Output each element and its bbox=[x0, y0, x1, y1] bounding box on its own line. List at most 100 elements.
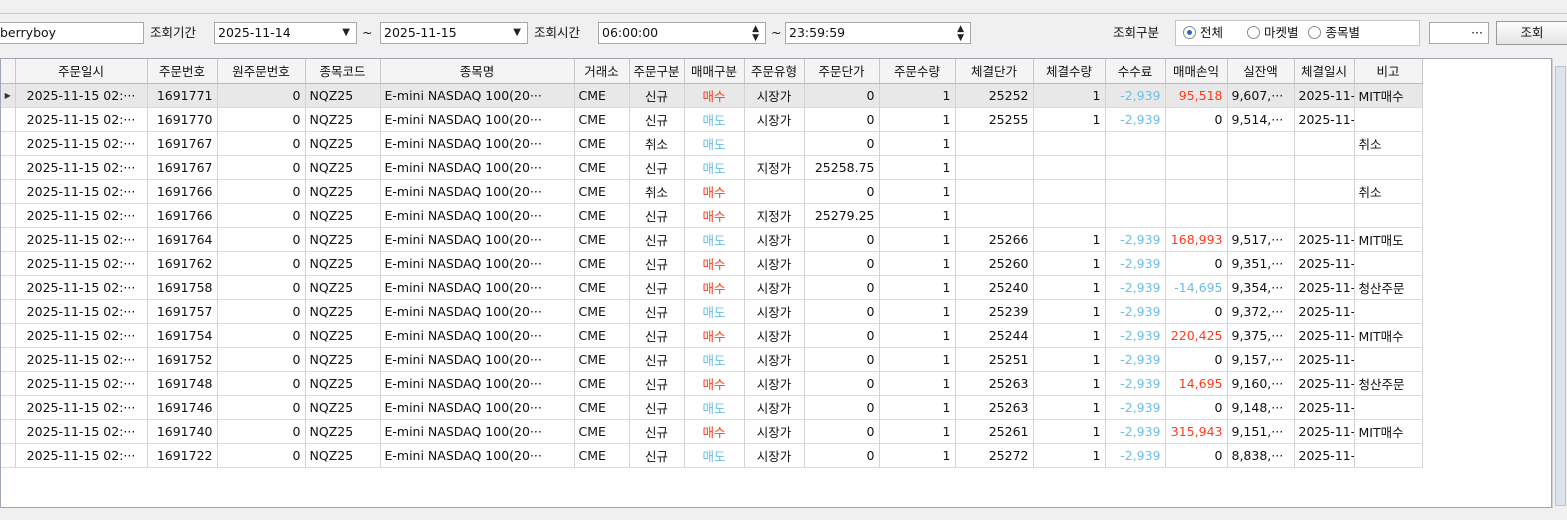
row-header-cell[interactable] bbox=[1, 395, 16, 420]
cell-fill-qty: 1 bbox=[1033, 323, 1106, 348]
cell-symbol-name: E-mini NASDAQ 100(20··· bbox=[380, 227, 575, 252]
table-row[interactable]: 2025-11-15 02:··· 1691770 0 NQZ25 E-mini NAS… bbox=[1, 107, 1423, 132]
cell-pnl: 0 bbox=[1165, 299, 1228, 324]
more-button[interactable]: ··· bbox=[1471, 23, 1483, 43]
table-row[interactable]: 2025-11-15 02:··· 1691758 0 NQZ25 E-mini NAS… bbox=[1, 275, 1423, 300]
radio-selected-icon bbox=[1183, 26, 1196, 39]
row-header-cell[interactable] bbox=[1, 347, 16, 372]
column-header-balance[interactable]: 실잔액 bbox=[1227, 59, 1295, 84]
row-header-cell[interactable] bbox=[1, 131, 16, 156]
extra-input[interactable]: ··· bbox=[1429, 22, 1489, 44]
date-to-picker[interactable]: 2025-11-15 ▼ bbox=[380, 22, 528, 44]
column-header-fill-price[interactable]: 체결단가 bbox=[955, 59, 1034, 84]
row-header-cell[interactable] bbox=[1, 227, 16, 252]
cell-fill-time: 2025-11-15 02:··· bbox=[1294, 299, 1355, 324]
cell-order-type: 시장가 bbox=[744, 323, 805, 348]
date-from-picker[interactable]: 2025-11-14 ▼ bbox=[214, 22, 357, 44]
table-row[interactable]: 2025-11-15 02:··· 1691748 0 NQZ25 E-mini NAS… bbox=[1, 371, 1423, 396]
column-header-order-kind[interactable]: 주문구분 bbox=[629, 59, 685, 84]
mode-radio-market[interactable]: 마켓별 bbox=[1246, 25, 1298, 40]
cell-order-type: 시장가 bbox=[744, 419, 805, 444]
cell-fee: -2,939 bbox=[1105, 275, 1166, 300]
cell-orig-order-no: 0 bbox=[217, 347, 306, 372]
table-row[interactable]: 2025-11-15 02:··· 1691767 0 NQZ25 E-mini NAS… bbox=[1, 131, 1423, 156]
table-row[interactable]: ▶ 2025-11-15 02:··· 1691771 0 NQZ25 E-mini NA… bbox=[1, 83, 1423, 108]
column-header-order-no[interactable]: 주문번호 bbox=[147, 59, 218, 84]
cell-order-no: 1691767 bbox=[147, 155, 218, 180]
cell-fill-time: 2025-11-15 02:··· bbox=[1294, 275, 1355, 300]
account-field[interactable]: berryboy bbox=[0, 22, 144, 44]
column-header-pnl[interactable]: 매매손익 bbox=[1165, 59, 1228, 84]
row-header-cell[interactable] bbox=[1, 299, 16, 324]
table-row[interactable]: 2025-11-15 02:··· 1691764 0 NQZ25 E-mini NAS… bbox=[1, 227, 1423, 252]
time-from-field[interactable]: 06:00:00 ▲ ▼ bbox=[598, 22, 766, 44]
cell-fee: -2,939 bbox=[1105, 227, 1166, 252]
column-header-fill-time[interactable]: 체결일시 bbox=[1294, 59, 1355, 84]
cell-fee bbox=[1105, 155, 1166, 180]
cell-balance: 9,151,··· bbox=[1227, 419, 1295, 444]
column-header-symbol-code[interactable]: 종목코드 bbox=[305, 59, 381, 84]
table-row[interactable]: 2025-11-15 02:··· 1691762 0 NQZ25 E-mini NAS… bbox=[1, 251, 1423, 276]
spin-updown-icon[interactable]: ▲ ▼ bbox=[957, 23, 964, 43]
row-header-cell[interactable] bbox=[1, 323, 16, 348]
column-header-order-time[interactable]: 주문일시 bbox=[15, 59, 148, 84]
cell-side: 매수 bbox=[684, 419, 745, 444]
cell-symbol-code: NQZ25 bbox=[305, 419, 381, 444]
column-header-note[interactable]: 비고 bbox=[1354, 59, 1423, 84]
cell-order-kind: 신규 bbox=[629, 83, 685, 108]
table-row[interactable]: 2025-11-15 02:··· 1691752 0 NQZ25 E-mini NAS… bbox=[1, 347, 1423, 372]
cell-fill-time: 2025-11-15 02:··· bbox=[1294, 251, 1355, 276]
cell-order-time: 2025-11-15 02:··· bbox=[15, 107, 148, 132]
scrollbar-thumb[interactable] bbox=[1555, 66, 1566, 506]
cell-exchange: CME bbox=[574, 275, 630, 300]
cell-symbol-name: E-mini NASDAQ 100(20··· bbox=[380, 155, 575, 180]
row-header-cell[interactable] bbox=[1, 371, 16, 396]
row-header-cell[interactable] bbox=[1, 203, 16, 228]
table-row[interactable]: 2025-11-15 02:··· 1691757 0 NQZ25 E-mini NAS… bbox=[1, 299, 1423, 324]
column-header-side[interactable]: 매매구분 bbox=[684, 59, 745, 84]
row-header-cell[interactable] bbox=[1, 419, 16, 444]
cell-exchange: CME bbox=[574, 419, 630, 444]
chevron-down-icon[interactable]: ▼ bbox=[513, 23, 521, 43]
mode-radio-all[interactable]: 전체 bbox=[1183, 25, 1223, 40]
table-row[interactable]: 2025-11-15 02:··· 1691766 0 NQZ25 E-mini NAS… bbox=[1, 203, 1423, 228]
table-row[interactable]: 2025-11-15 02:··· 1691754 0 NQZ25 E-mini NAS… bbox=[1, 323, 1423, 348]
table-row[interactable]: 2025-11-15 02:··· 1691766 0 NQZ25 E-mini NAS… bbox=[1, 179, 1423, 204]
cell-pnl: 0 bbox=[1165, 251, 1228, 276]
cell-order-time: 2025-11-15 02:··· bbox=[15, 251, 148, 276]
row-header-cell[interactable] bbox=[1, 179, 16, 204]
column-header-orig-order-no[interactable]: 원주문번호 bbox=[217, 59, 306, 84]
column-header-order-price[interactable]: 주문단가 bbox=[804, 59, 880, 84]
cell-fill-time: 2025-11-15 02:··· bbox=[1294, 371, 1355, 396]
column-header-fill-qty[interactable]: 체결수량 bbox=[1033, 59, 1106, 84]
window-top-strip bbox=[0, 0, 1567, 14]
spin-updown-icon[interactable]: ▲ ▼ bbox=[752, 23, 759, 43]
cell-orig-order-no: 0 bbox=[217, 83, 306, 108]
column-header-order-qty[interactable]: 주문수량 bbox=[879, 59, 956, 84]
chevron-down-icon[interactable]: ▼ bbox=[342, 23, 350, 43]
row-header-cell[interactable] bbox=[1, 155, 16, 180]
row-header-cell[interactable] bbox=[1, 443, 16, 468]
row-pointer-icon[interactable]: ▶ bbox=[1, 83, 16, 108]
column-header-symbol-name[interactable]: 종목명 bbox=[380, 59, 575, 84]
column-header-order-type[interactable]: 주문유형 bbox=[744, 59, 805, 84]
table-row[interactable]: 2025-11-15 02:··· 1691746 0 NQZ25 E-mini NAS… bbox=[1, 395, 1423, 420]
row-header-cell[interactable] bbox=[1, 251, 16, 276]
table-row[interactable]: 2025-11-15 02:··· 1691767 0 NQZ25 E-mini NAS… bbox=[1, 155, 1423, 180]
cell-order-qty: 1 bbox=[879, 419, 956, 444]
row-header-cell[interactable] bbox=[1, 275, 16, 300]
cell-balance bbox=[1227, 179, 1295, 204]
cell-order-time: 2025-11-15 02:··· bbox=[15, 275, 148, 300]
mode-radio-symbol[interactable]: 종목별 bbox=[1308, 25, 1360, 40]
column-header-exchange[interactable]: 거래소 bbox=[574, 59, 630, 84]
time-to-field[interactable]: 23:59:59 ▲ ▼ bbox=[785, 22, 971, 44]
window-bottom-strip bbox=[0, 508, 1567, 520]
query-button[interactable]: 조회 bbox=[1496, 21, 1567, 45]
vertical-scrollbar[interactable] bbox=[1552, 58, 1567, 508]
account-value: berryboy bbox=[0, 25, 57, 40]
cell-order-no: 1691767 bbox=[147, 131, 218, 156]
table-row[interactable]: 2025-11-15 02:··· 1691722 0 NQZ25 E-mini NAS… bbox=[1, 443, 1423, 468]
table-row[interactable]: 2025-11-15 02:··· 1691740 0 NQZ25 E-mini NAS… bbox=[1, 419, 1423, 444]
row-header-cell[interactable] bbox=[1, 107, 16, 132]
column-header-fee[interactable]: 수수료 bbox=[1105, 59, 1166, 84]
